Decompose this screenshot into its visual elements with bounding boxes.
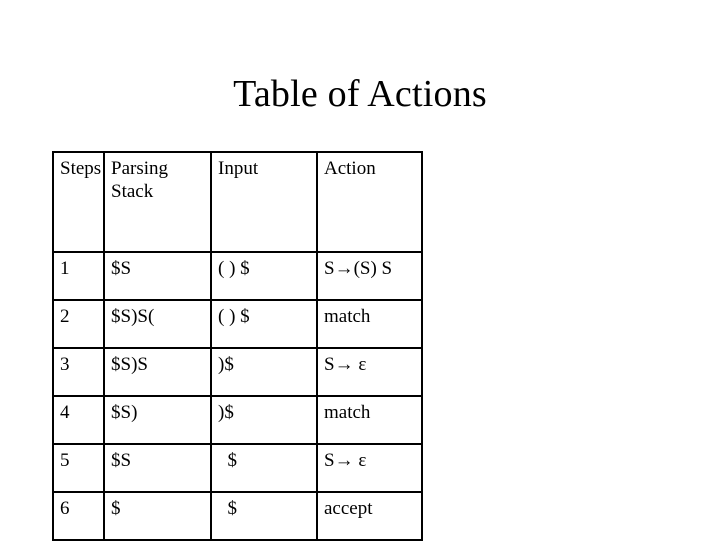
cell-input: )$ [210,347,318,397]
cell-action: match [316,395,423,445]
cell-input: )$ [210,395,318,445]
column-header-input: Input [210,151,318,253]
cell-action: S→ ε [316,347,423,397]
cell-input: ( ) $ [210,251,318,301]
table-row: 3 $S)S )$ S→ ε [52,347,423,397]
cell-action: accept [316,491,423,541]
cell-parsing-stack: $S) [103,395,212,445]
table-row: 2 $S)S( ( ) $ match [52,299,423,349]
cell-parsing-stack: $S [103,251,212,301]
cell-input: ( ) $ [210,299,318,349]
cell-parsing-stack: $S)S( [103,299,212,349]
page-title: Table of Actions [233,73,487,115]
column-header-steps: Steps [52,151,105,253]
table-row: 6 $ $ accept [52,491,423,541]
cell-action: match [316,299,423,349]
table-of-actions: Steps Parsing Stack Input Action 1 $S ( … [52,151,423,541]
cell-step: 2 [52,299,105,349]
cell-step: 5 [52,443,105,493]
cell-parsing-stack: $S)S [103,347,212,397]
cell-action: S→(S) S [316,251,423,301]
table-header-row: Steps Parsing Stack Input Action [52,151,423,253]
table-row: 1 $S ( ) $ S→(S) S [52,251,423,301]
cell-input: $ [210,443,318,493]
column-header-parsing-stack: Parsing Stack [103,151,212,253]
column-header-action: Action [316,151,423,253]
cell-input: $ [210,491,318,541]
cell-step: 1 [52,251,105,301]
table-row: 4 $S) )$ match [52,395,423,445]
cell-step: 4 [52,395,105,445]
cell-step: 6 [52,491,105,541]
cell-action: S→ ε [316,443,423,493]
cell-parsing-stack: $S [103,443,212,493]
table-row: 5 $S $ S→ ε [52,443,423,493]
slide-canvas: Table of Actions Steps Parsing Stack Inp… [0,0,720,541]
cell-parsing-stack: $ [103,491,212,541]
cell-step: 3 [52,347,105,397]
